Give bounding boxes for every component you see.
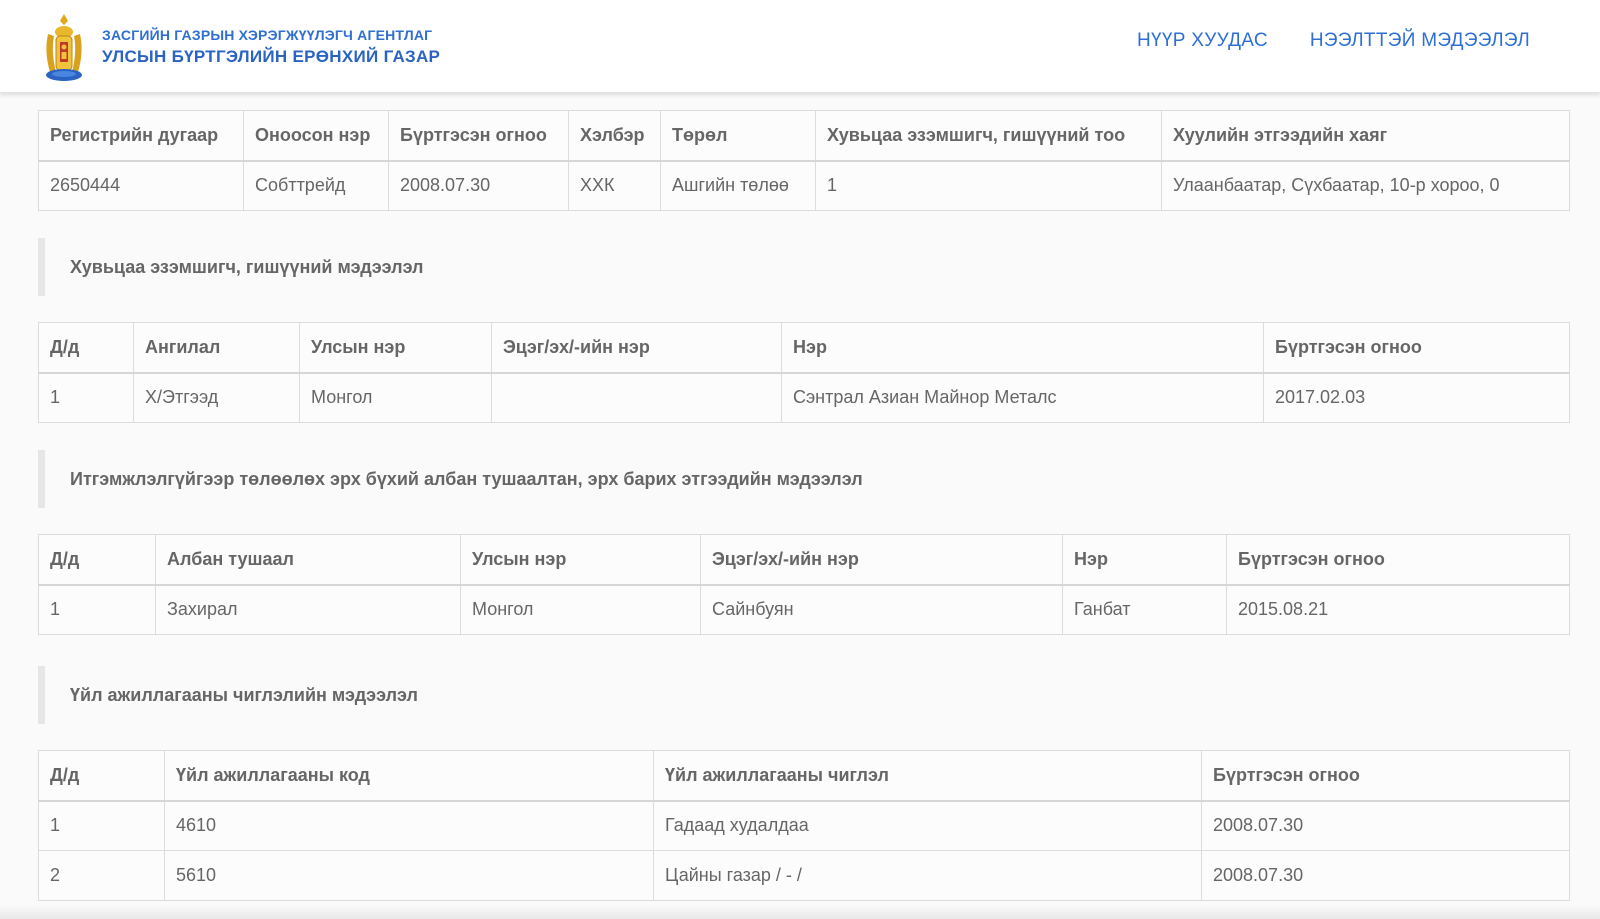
activities-table: Д/д Үйл ажиллагааны код Үйл ажиллагааны … — [38, 750, 1570, 901]
column-header: Хувьцаа эзэмшигч, гишүүний тоо — [815, 110, 1162, 162]
table-cell: Ганбат — [1062, 584, 1227, 635]
table-cell: 1 — [815, 160, 1162, 211]
column-header: Бүртгэсэн огноо — [1263, 322, 1570, 374]
table-cell: 2650444 — [38, 160, 244, 211]
company-info-table: Регистрийн дугаар Оноосон нэр Бүртгэсэн … — [38, 110, 1570, 211]
column-header: Ангилал — [133, 322, 300, 374]
column-header: Д/д — [38, 322, 134, 374]
agency-name-line2: УЛСЫН БҮРТГЭЛИЙН ЕРӨНХИЙ ГАЗАР — [102, 47, 441, 66]
table-cell: 2008.07.30 — [388, 160, 569, 211]
table-cell: ХХК — [568, 160, 661, 211]
bottom-fade — [0, 905, 1600, 919]
column-header: Д/д — [38, 534, 156, 586]
section-title-activities: Үйл ажиллагааны чиглэлийн мэдээлэл — [38, 666, 1570, 724]
table-cell: Монгол — [460, 584, 701, 635]
brand-block: ЗАСГИЙН ГАЗРЫН ХЭРЭГЖҮҮЛЭГЧ АГЕНТЛАГ УЛС… — [102, 26, 440, 70]
table-cell: Улаанбаатар, Сүхбаатар, 10-р хороо, 0 — [1161, 160, 1570, 211]
column-header: Д/д — [38, 750, 165, 802]
table-cell: Ашгийн төлөө — [660, 160, 816, 211]
section-title-officials: Итгэмжлэлгүйгээр төлөөлөх эрх бүхий алба… — [38, 450, 1570, 508]
column-header: Үйл ажиллагааны код — [164, 750, 654, 802]
column-header: Бүртгэсэн огноо — [388, 110, 569, 162]
table-header-row: Регистрийн дугаар Оноосон нэр Бүртгэсэн … — [38, 110, 1570, 162]
table-cell: 2017.02.03 — [1263, 372, 1570, 423]
state-emblem-logo[interactable] — [42, 12, 86, 84]
table-cell: Гадаад худалдаа — [653, 800, 1202, 851]
table-cell: Цайны газар / - / — [653, 850, 1202, 901]
table-cell: 4610 — [164, 800, 654, 851]
column-header: Оноосон нэр — [243, 110, 389, 162]
column-header: Нэр — [781, 322, 1264, 374]
table-cell: Монгол — [299, 372, 492, 423]
column-header: Улсын нэр — [299, 322, 492, 374]
table-cell: 2 — [38, 850, 165, 901]
nav-link-open-data[interactable]: НЭЭЛТТЭЙ МЭДЭЭЛЭЛ — [1310, 30, 1530, 52]
table-row: 1 4610 Гадаад худалдаа 2008.07.30 — [38, 800, 1570, 851]
column-header: Албан тушаал — [155, 534, 461, 586]
site-header: ЗАСГИЙН ГАЗРЫН ХЭРЭГЖҮҮЛЭГЧ АГЕНТЛАГ УЛС… — [0, 0, 1600, 93]
table-cell — [491, 372, 782, 423]
nav-link-home[interactable]: НҮҮР ХУУДАС — [1137, 30, 1268, 52]
table-header-row: Д/д Албан тушаал Улсын нэр Эцэг/эх/-ийн … — [38, 534, 1570, 586]
main-nav: НҮҮР ХУУДАС НЭЭЛТТЭЙ МЭДЭЭЛЭЛ — [1137, 30, 1530, 52]
table-row: 1 Захирал Монгол Сайнбуян Ганбат 2015.08… — [38, 584, 1570, 635]
table-header-row: Д/д Ангилал Улсын нэр Эцэг/эх/-ийн нэр Н… — [38, 322, 1570, 374]
table-cell: Захирал — [155, 584, 461, 635]
table-cell: Сэнтрал Азиан Майнор Металс — [781, 372, 1264, 423]
column-header: Төрөл — [660, 110, 816, 162]
column-header: Эцэг/эх/-ийн нэр — [491, 322, 782, 374]
column-header: Үйл ажиллагааны чиглэл — [653, 750, 1202, 802]
column-header: Эцэг/эх/-ийн нэр — [700, 534, 1063, 586]
table-row: 1 Х/Этгээд Монгол Сэнтрал Азиан Майнор М… — [38, 372, 1570, 423]
table-cell: 1 — [38, 372, 134, 423]
column-header: Регистрийн дугаар — [38, 110, 244, 162]
table-header-row: Д/д Үйл ажиллагааны код Үйл ажиллагааны … — [38, 750, 1570, 802]
column-header: Хэлбэр — [568, 110, 661, 162]
column-header: Бүртгэсэн огноо — [1201, 750, 1570, 802]
table-row: 2650444 Собттрейд 2008.07.30 ХХК Ашгийн … — [38, 160, 1570, 211]
table-cell: Сайнбуян — [700, 584, 1063, 635]
officials-table: Д/д Албан тушаал Улсын нэр Эцэг/эх/-ийн … — [38, 534, 1570, 635]
table-cell: 1 — [38, 800, 165, 851]
table-cell: 2008.07.30 — [1201, 850, 1570, 901]
column-header: Нэр — [1062, 534, 1227, 586]
column-header: Улсын нэр — [460, 534, 701, 586]
table-cell: 5610 — [164, 850, 654, 901]
section-title-shareholders: Хувьцаа эзэмшигч, гишүүний мэдээлэл — [38, 238, 1570, 296]
table-cell: 2015.08.21 — [1226, 584, 1570, 635]
table-cell: 1 — [38, 584, 156, 635]
column-header: Бүртгэсэн огноо — [1226, 534, 1570, 586]
table-cell: Собттрейд — [243, 160, 389, 211]
table-cell: 2008.07.30 — [1201, 800, 1570, 851]
table-cell: Х/Этгээд — [133, 372, 300, 423]
column-header: Хуулийн этгээдийн хаяг — [1161, 110, 1570, 162]
table-row: 2 5610 Цайны газар / - / 2008.07.30 — [38, 850, 1570, 901]
shareholders-table: Д/д Ангилал Улсын нэр Эцэг/эх/-ийн нэр Н… — [38, 322, 1570, 423]
agency-name-line1: ЗАСГИЙН ГАЗРЫН ХЭРЭГЖҮҮЛЭГЧ АГЕНТЛАГ — [102, 27, 433, 43]
